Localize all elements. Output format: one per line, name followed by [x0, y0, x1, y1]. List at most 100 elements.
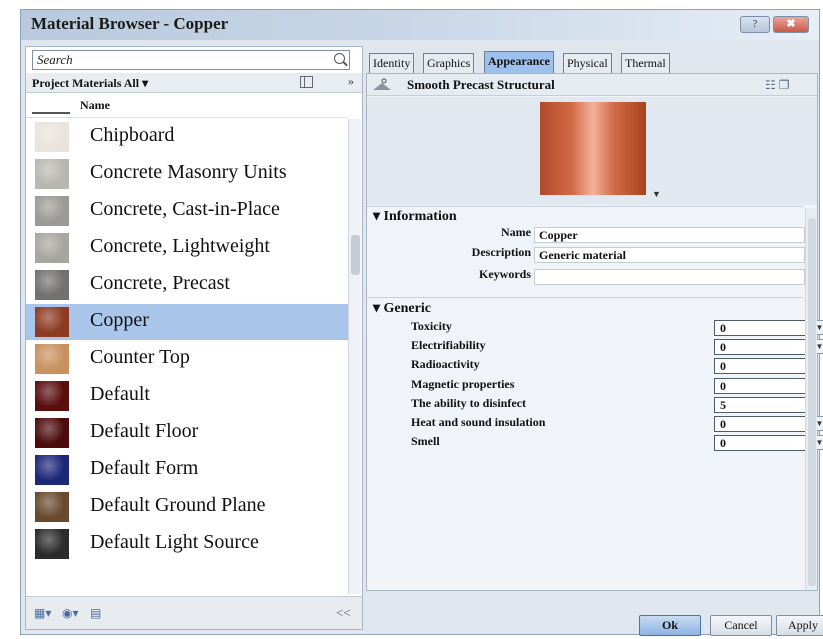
generic-field-value[interactable]: 5	[714, 396, 807, 413]
view-options-icon[interactable]	[300, 76, 313, 88]
name-column-label: Name	[80, 98, 110, 112]
scrollbar-thumb[interactable]	[808, 218, 816, 586]
keywords-field[interactable]	[534, 269, 805, 285]
ok-button[interactable]: Ok	[639, 615, 701, 636]
generic-field-value[interactable]: 0	[714, 416, 807, 432]
properties-panel: Smooth Precast Structural ☷ ❐ ▼ ▾ Inform…	[366, 73, 823, 591]
description-field[interactable]: Generic material	[534, 247, 805, 263]
generic-field-value[interactable]: 0	[714, 358, 807, 375]
material-label: Chipboard	[90, 124, 175, 146]
material-thumbnail	[35, 529, 69, 559]
generic-field-label: Toxicity	[411, 319, 452, 333]
material-row[interactable]: Default Light Source	[26, 526, 348, 562]
generic-field-label: Radioactivity	[411, 357, 480, 372]
generic-field-label: Electrifiability	[411, 338, 486, 353]
material-list: Chipboard Concrete Masonry Units Concrete,…	[26, 119, 348, 596]
section-divider	[367, 297, 803, 298]
material-row[interactable]: Concrete, Cast-in-Place	[26, 193, 348, 229]
generic-field-value[interactable]: 0	[714, 435, 807, 452]
generic-section-header[interactable]: ▾ Generic	[367, 300, 803, 318]
library-icon[interactable]: ▦▾	[34, 606, 51, 621]
cancel-button[interactable]: Cancel	[710, 615, 772, 636]
material-label: Default Form	[90, 457, 199, 479]
asset-icon	[373, 78, 391, 90]
material-thumbnail	[35, 122, 69, 152]
project-materials-dropdown[interactable]: Project Materials All ▾	[32, 76, 148, 91]
generic-field-value[interactable]: 0	[714, 339, 807, 356]
material-editor-icon[interactable]: ▤	[90, 606, 101, 621]
material-row[interactable]: Concrete Masonry Units	[26, 156, 348, 192]
project-materials-label: Project Materials All	[32, 76, 140, 90]
material-thumbnail	[35, 233, 69, 263]
material-list-scrollbar[interactable]	[348, 119, 361, 594]
material-thumbnail	[35, 196, 69, 226]
material-row[interactable]: Chipboard	[26, 119, 348, 155]
material-row[interactable]: Default Ground Plane	[26, 489, 348, 525]
material-label: Copper	[90, 309, 149, 331]
tab-thermal[interactable]: Thermal	[621, 53, 670, 73]
material-row[interactable]: Default Form	[26, 452, 348, 488]
material-thumbnail	[35, 344, 69, 374]
tab-graphics[interactable]: Graphics	[423, 53, 475, 73]
apply-button[interactable]: Apply	[776, 615, 823, 636]
search-input[interactable]: Search	[32, 50, 350, 70]
material-label: Default Light Source	[90, 531, 259, 553]
scrollbar-thumb[interactable]	[351, 235, 360, 275]
description-label: Description	[471, 245, 531, 259]
section-divider	[367, 206, 803, 207]
collapse-icon[interactable]: <<	[336, 605, 351, 621]
asset-bar: Smooth Precast Structural ☷ ❐	[367, 74, 817, 96]
search-placeholder: Search	[37, 52, 73, 67]
preview-dropdown-icon[interactable]: ▼	[652, 189, 661, 199]
generic-field-label: Heat and sound insulation	[411, 415, 546, 429]
generic-field-value[interactable]: 0	[714, 320, 807, 336]
information-section-header[interactable]: ▾ Information	[367, 208, 803, 226]
material-thumbnail	[35, 381, 69, 411]
material-label: Concrete, Lightweight	[90, 235, 270, 257]
material-preview-swatch[interactable]	[540, 102, 646, 195]
material-row[interactable]: Default	[26, 378, 348, 414]
material-row[interactable]: Copper	[26, 304, 348, 340]
tab-physical[interactable]: Physical	[563, 53, 612, 73]
create-material-icon[interactable]: ◉▾	[62, 606, 79, 621]
material-label: Default	[90, 383, 150, 405]
material-thumbnail	[35, 455, 69, 485]
material-label: Concrete, Cast-in-Place	[90, 198, 280, 220]
material-thumbnail	[35, 270, 69, 300]
asset-name: Smooth Precast Structural	[407, 77, 555, 92]
material-row[interactable]: Concrete, Lightweight	[26, 230, 348, 266]
expand-icon[interactable]: »	[348, 74, 354, 89]
asset-tools-icon[interactable]: ☷ ❐	[765, 78, 790, 93]
name-field[interactable]: Copper	[534, 227, 805, 243]
help-button[interactable]: ?	[740, 16, 770, 33]
material-thumbnail	[35, 492, 69, 522]
generic-field-value[interactable]: 0	[714, 377, 807, 394]
close-button[interactable]: ✖	[773, 16, 809, 33]
window-title: Material Browser - Copper	[31, 14, 229, 33]
properties-scrollbar[interactable]	[805, 208, 817, 590]
generic-field-label: Smell	[411, 434, 440, 449]
name-label: Name	[501, 225, 531, 239]
preview-area: ▼	[367, 97, 817, 205]
material-row[interactable]: Concrete, Precast	[26, 267, 348, 303]
material-row[interactable]: Counter Top	[26, 341, 348, 377]
tab-appearance[interactable]: Appearance	[484, 51, 554, 73]
name-column-header[interactable]: Name	[26, 94, 348, 118]
project-materials-bar: Project Materials All ▾ »	[26, 73, 362, 93]
generic-field-label: Magnetic properties	[411, 376, 515, 391]
title-bar[interactable]: Material Browser - Copper ? ✖	[21, 10, 819, 40]
column-header-rule	[32, 112, 70, 114]
generic-field-label: The ability to disinfect	[411, 395, 527, 410]
tab-identity[interactable]: Identity	[369, 53, 415, 73]
material-thumbnail	[35, 159, 69, 189]
library-toolbar: ▦▾ ◉▾ ▤ <<	[26, 596, 362, 629]
materials-panel: Search Project Materials All ▾ » Name Ch…	[25, 46, 363, 630]
material-browser-window: Material Browser - Copper ? ✖ Search Pro…	[20, 9, 823, 636]
chevron-down-icon: ▾	[142, 76, 149, 90]
material-thumbnail	[35, 307, 69, 337]
search-icon[interactable]	[334, 53, 345, 64]
material-label: Default Ground Plane	[90, 494, 266, 516]
material-label: Default Floor	[90, 420, 199, 442]
material-thumbnail	[35, 418, 69, 448]
material-row[interactable]: Default Floor	[26, 415, 348, 451]
